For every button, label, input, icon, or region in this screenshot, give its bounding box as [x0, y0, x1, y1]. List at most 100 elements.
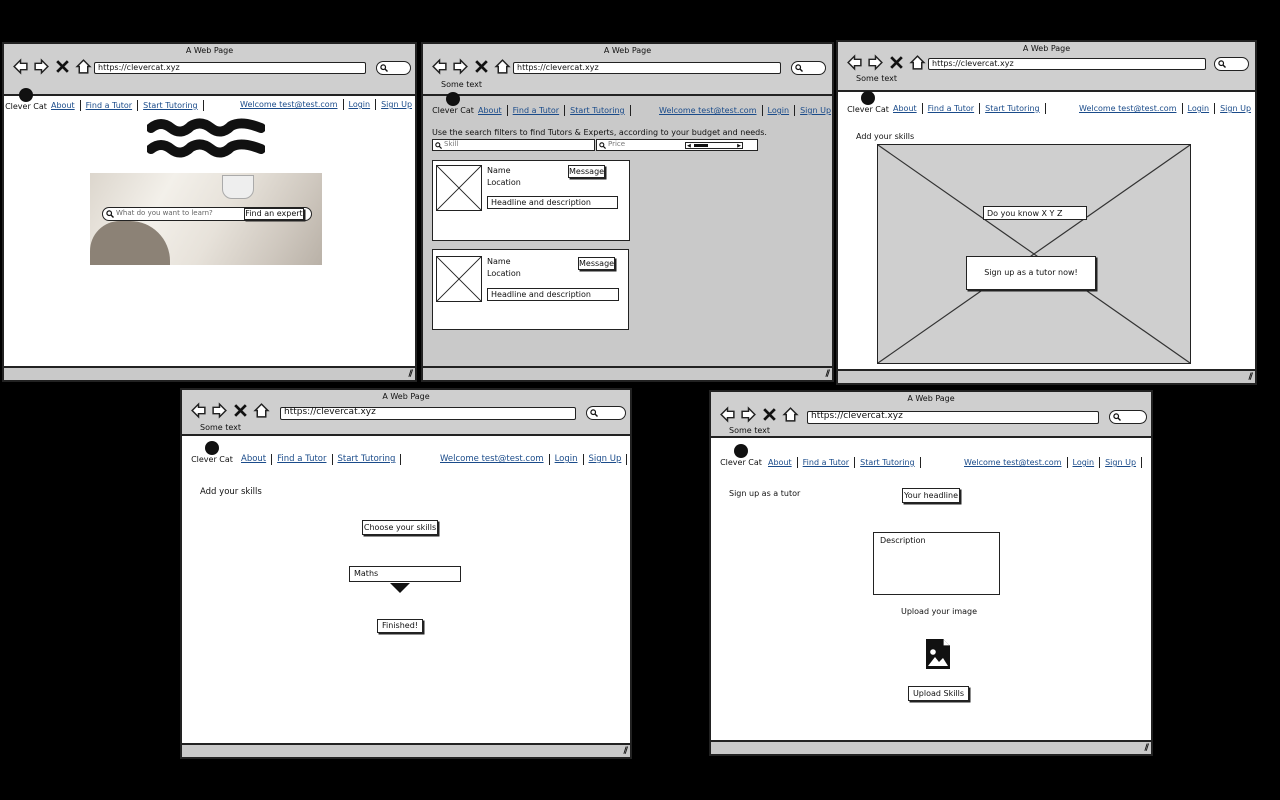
slider-thumb[interactable]: [694, 144, 708, 147]
nav-about-link[interactable]: About: [763, 457, 798, 468]
site-logo[interactable]: Clever Cat: [719, 445, 763, 467]
message-button[interactable]: Message: [578, 257, 615, 270]
browser-search-button[interactable]: [586, 406, 626, 420]
browser-search-button[interactable]: [1109, 410, 1147, 424]
slider-right-arrow-icon[interactable]: ▶: [737, 143, 741, 149]
signup-tutor-button[interactable]: Sign up as a tutor now!: [966, 256, 1096, 290]
upload-skills-button[interactable]: Upload Skills: [908, 686, 969, 701]
nav-start-tutoring-link[interactable]: Start Tutoring: [980, 103, 1046, 114]
welcome-link[interactable]: Welcome test@test.com: [1074, 103, 1183, 114]
tutor-card[interactable]: Name Location Message Headline and descr…: [432, 249, 629, 330]
home-icon[interactable]: [782, 406, 799, 423]
login-link[interactable]: Login: [763, 105, 796, 116]
skills-dropdown[interactable]: Maths: [349, 566, 461, 582]
address-bar[interactable]: https://clevercat.xyz: [94, 62, 366, 74]
tutor-card[interactable]: Name Location Message Headline and descr…: [432, 160, 630, 241]
resize-grip-icon[interactable]: //: [1248, 372, 1252, 382]
account-nav: Welcome test@test.com Login Sign Up: [235, 99, 415, 110]
forward-arrow-icon[interactable]: [867, 54, 884, 71]
login-link[interactable]: Login: [344, 99, 377, 110]
home-icon[interactable]: [253, 402, 270, 419]
welcome-link[interactable]: Welcome test@test.com: [235, 99, 344, 110]
dropdown-arrow-icon[interactable]: [390, 583, 410, 593]
nav-find-tutor-link[interactable]: Find a Tutor: [923, 103, 981, 114]
message-button[interactable]: Message: [568, 165, 605, 178]
headline-input[interactable]: Your headline: [902, 488, 960, 503]
forward-arrow-icon[interactable]: [33, 58, 50, 75]
section-heading: Add your skills: [856, 132, 915, 141]
choose-skills-button[interactable]: Choose your skills: [362, 520, 438, 535]
site-logo[interactable]: Clever Cat: [846, 92, 890, 114]
nav-about-link[interactable]: About: [888, 103, 923, 114]
browser-search-button[interactable]: [791, 61, 826, 75]
price-range-slider[interactable]: ◀ ▶: [685, 142, 743, 149]
site-nav: About Find a Tutor Start Tutoring: [473, 105, 631, 116]
window-title: A Web Page: [603, 46, 652, 55]
address-bar[interactable]: https://clevercat.xyz: [513, 62, 781, 74]
close-x-icon[interactable]: [232, 402, 249, 419]
address-bar[interactable]: https://clevercat.xyz: [807, 411, 1099, 424]
back-arrow-icon[interactable]: [846, 54, 863, 71]
close-x-icon[interactable]: [54, 58, 71, 75]
login-link[interactable]: Login: [1068, 457, 1101, 468]
close-x-icon[interactable]: [888, 54, 905, 71]
home-icon[interactable]: [75, 58, 92, 75]
address-bar[interactable]: https://clevercat.xyz: [280, 407, 576, 420]
nav-about-link[interactable]: About: [46, 100, 81, 111]
nav-start-tutoring-link[interactable]: Start Tutoring: [565, 105, 631, 116]
back-arrow-icon[interactable]: [190, 402, 207, 419]
home-icon[interactable]: [494, 58, 511, 75]
signup-link[interactable]: Sign Up: [584, 454, 628, 465]
back-arrow-icon[interactable]: [431, 58, 448, 75]
skill-filter-input[interactable]: Skill: [432, 139, 595, 151]
nav-start-tutoring-link[interactable]: Start Tutoring: [138, 100, 204, 111]
resize-grip-icon[interactable]: //: [623, 746, 627, 756]
forward-arrow-icon[interactable]: [211, 402, 228, 419]
address-bar[interactable]: https://clevercat.xyz: [928, 58, 1206, 70]
close-x-icon[interactable]: [761, 406, 778, 423]
signup-link[interactable]: Sign Up: [1100, 457, 1143, 468]
slider-left-arrow-icon[interactable]: ◀: [687, 143, 691, 149]
site-logo[interactable]: Clever Cat: [4, 89, 48, 111]
signup-link[interactable]: Sign Up: [376, 99, 415, 110]
search-icon: [599, 142, 606, 149]
back-arrow-icon[interactable]: [719, 406, 736, 423]
nav-find-tutor-link[interactable]: Find a Tutor: [81, 100, 139, 111]
site-logo[interactable]: Clever Cat: [190, 442, 234, 464]
welcome-link[interactable]: Welcome test@test.com: [654, 105, 763, 116]
account-nav: Welcome test@test.com Login Sign Up: [959, 457, 1143, 468]
nav-start-tutoring-link[interactable]: Start Tutoring: [855, 457, 921, 468]
price-placeholder: Price: [608, 140, 626, 148]
find-expert-button[interactable]: Find an expert: [244, 208, 304, 220]
resize-grip-icon[interactable]: //: [408, 369, 412, 379]
resize-grip-icon[interactable]: //: [1144, 743, 1148, 753]
nav-find-tutor-link[interactable]: Find a Tutor: [508, 105, 566, 116]
signup-link[interactable]: Sign Up: [795, 105, 832, 116]
image-file-icon[interactable]: [924, 638, 952, 670]
browser-search-button[interactable]: [1214, 57, 1249, 71]
browser-search-button[interactable]: [376, 61, 411, 75]
finished-button[interactable]: Finished!: [377, 619, 423, 633]
welcome-link[interactable]: Welcome test@test.com: [435, 454, 550, 465]
nav-start-tutoring-link[interactable]: Start Tutoring: [333, 454, 402, 465]
signup-link[interactable]: Sign Up: [1215, 103, 1255, 114]
price-filter-input[interactable]: Price ◀ ▶: [596, 139, 758, 151]
forward-arrow-icon[interactable]: [740, 406, 757, 423]
site-logo[interactable]: Clever Cat: [431, 93, 475, 115]
nav-about-link[interactable]: About: [473, 105, 508, 116]
welcome-link[interactable]: Welcome test@test.com: [959, 457, 1068, 468]
nav-find-tutor-link[interactable]: Find a Tutor: [272, 454, 333, 465]
browser-toolbar: A Web Page https://clevercat.xyz Some te…: [838, 42, 1255, 92]
login-link[interactable]: Login: [1183, 103, 1216, 114]
description-textarea[interactable]: Description: [873, 532, 1000, 595]
close-x-icon[interactable]: [473, 58, 490, 75]
login-link[interactable]: Login: [550, 454, 584, 465]
home-icon[interactable]: [909, 54, 926, 71]
nav-find-tutor-link[interactable]: Find a Tutor: [798, 457, 856, 468]
back-arrow-icon[interactable]: [12, 58, 29, 75]
status-bar: //: [423, 366, 832, 380]
resize-grip-icon[interactable]: //: [825, 369, 829, 379]
forward-arrow-icon[interactable]: [452, 58, 469, 75]
search-placeholder: What do you want to learn?: [116, 209, 213, 217]
nav-about-link[interactable]: About: [236, 454, 273, 465]
